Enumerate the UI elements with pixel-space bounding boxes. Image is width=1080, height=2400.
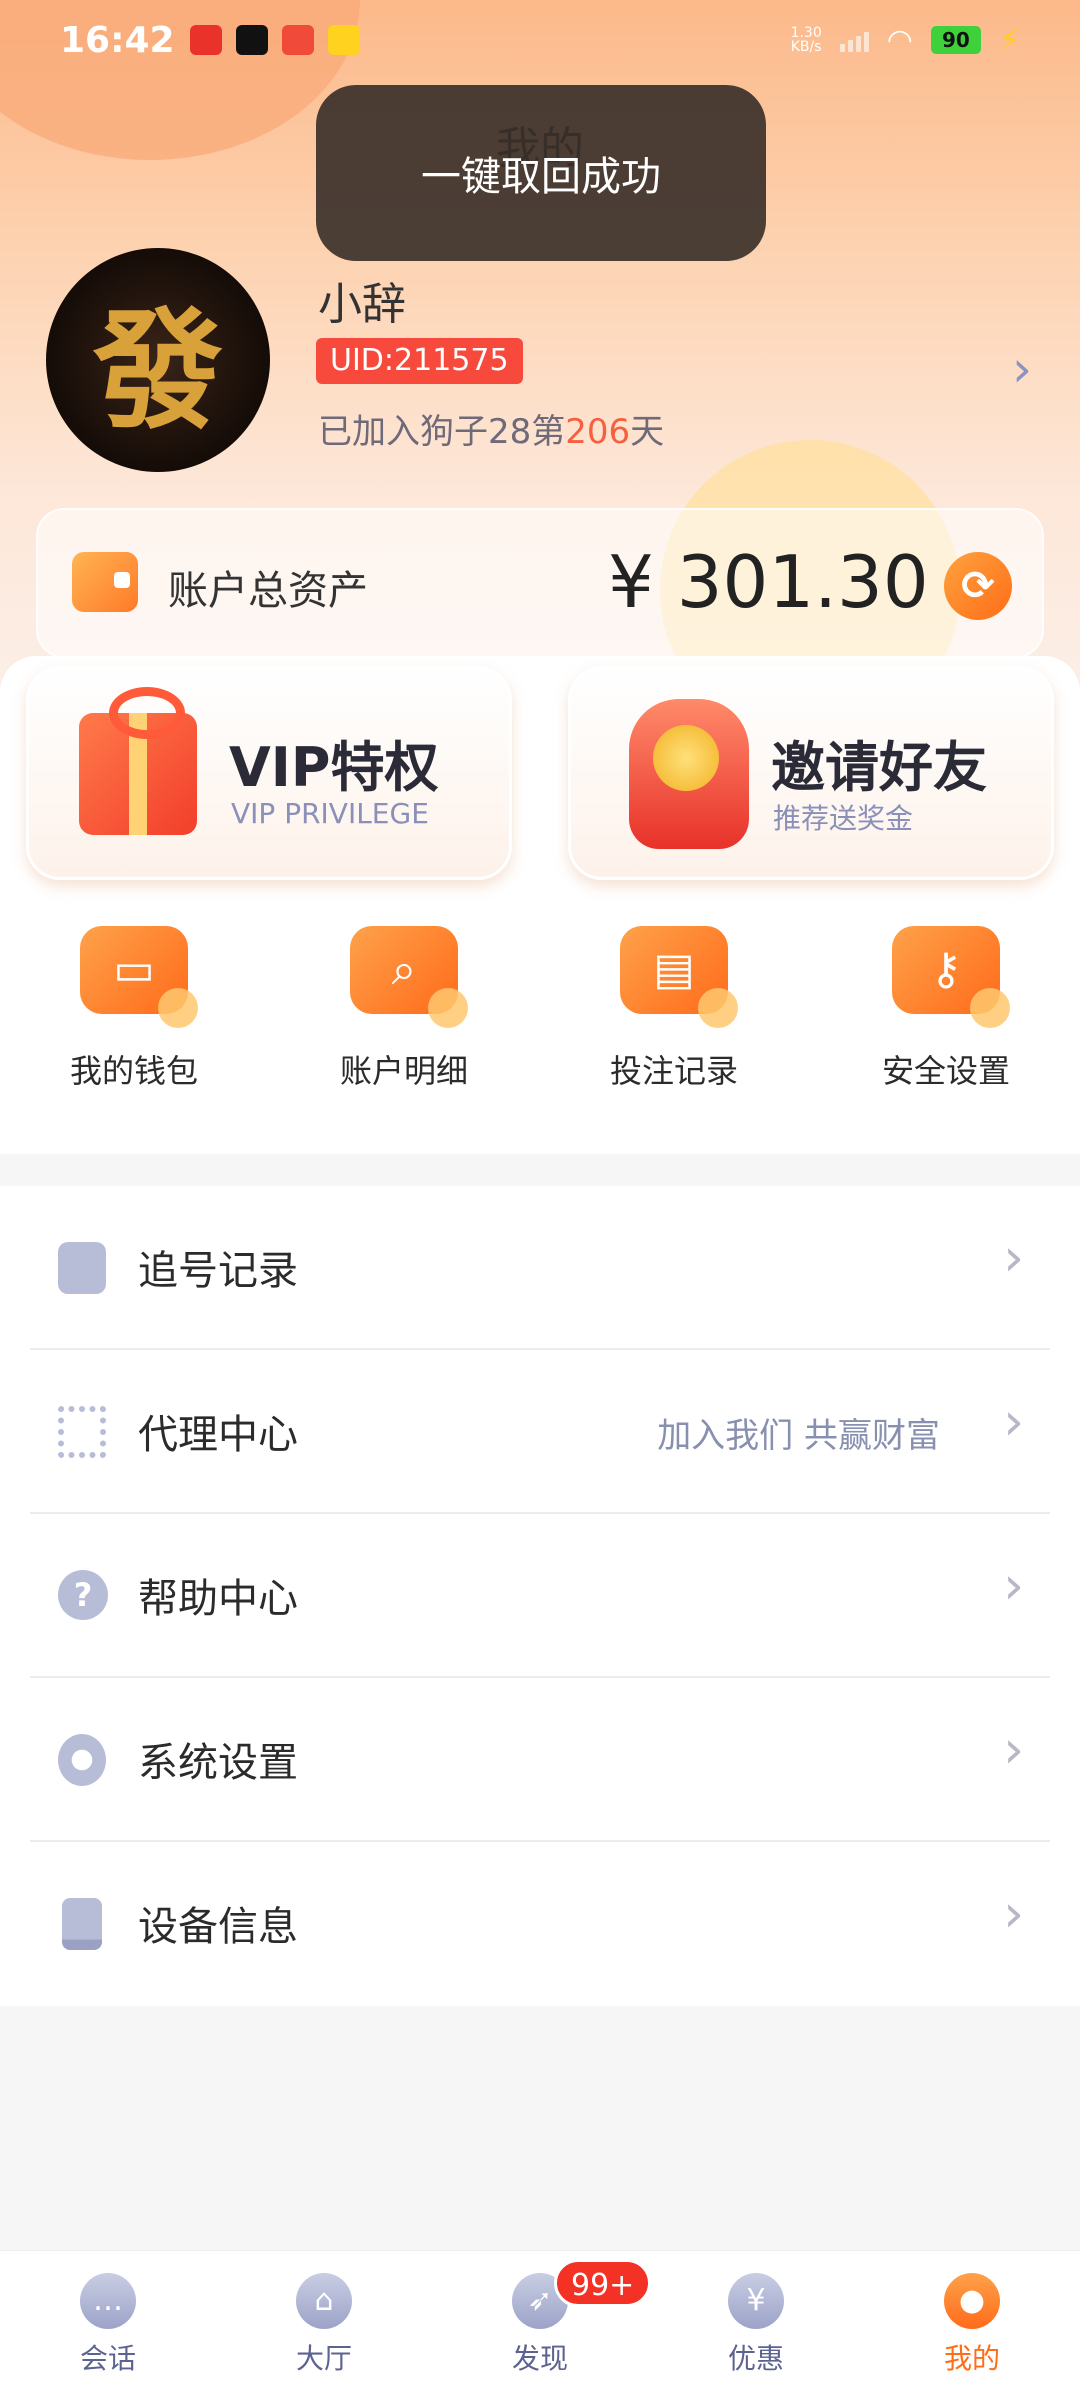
magnifier-icon: ⌕: [350, 926, 468, 1028]
menu-item-label: 帮助中心: [138, 1576, 298, 1622]
quick-action-label: 账户明细: [339, 1052, 468, 1090]
menu-item-agent-center[interactable]: 代理中心 加入我们 共赢财富 ›: [30, 1350, 1050, 1514]
main-panel: VIP特权 VIP PRIVILEGE 邀请好友 推荐送奖金 ▭ 我的钱包 ⌕ …: [0, 656, 1080, 1154]
hall-icon: ⌂: [296, 2273, 352, 2329]
joined-suffix: 天: [630, 412, 665, 452]
wallet-icon: ▭: [80, 926, 198, 1028]
nav-hall[interactable]: ⌂ 大厅: [264, 2273, 384, 2377]
app-notification-icon: [236, 25, 268, 55]
username: 小辞: [318, 279, 406, 330]
charging-icon: ⚡: [998, 22, 1020, 58]
nav-label: 会话: [79, 2342, 136, 2375]
joined-info: 已加入狗子28第206天: [318, 404, 664, 453]
toast-message: 一键取回成功: [316, 85, 766, 261]
joined-days: 206: [565, 412, 631, 452]
quick-action-wallet[interactable]: ▭ 我的钱包: [44, 926, 224, 1092]
assets-label: 账户总资产: [168, 568, 368, 614]
wallet-icon: [72, 552, 138, 612]
notification-icons: [190, 25, 360, 55]
menu-list: 追号记录 › 代理中心 加入我们 共赢财富 › ? 帮助中心 › 系统设置 › …: [0, 1186, 1080, 2006]
key-icon: ⚷: [892, 926, 1010, 1028]
nav-label: 优惠: [727, 2342, 784, 2375]
menu-item-help-center[interactable]: ? 帮助中心 ›: [30, 1514, 1050, 1678]
menu-item-chase-records[interactable]: 追号记录 ›: [30, 1186, 1050, 1350]
coin-hand-icon: [629, 699, 749, 849]
coupon-icon: ¥: [728, 2273, 784, 2329]
menu-item-system-settings[interactable]: 系统设置 ›: [30, 1678, 1050, 1842]
wifi-icon: ◠: [886, 22, 913, 58]
invite-friends-card[interactable]: 邀请好友 推荐送奖金: [568, 666, 1054, 880]
assets-card[interactable]: 账户总资产 ¥ 301.30 ⟳: [36, 508, 1044, 658]
document-icon: [58, 1242, 106, 1294]
nav-discover[interactable]: ➶ 发现 99+: [480, 2259, 652, 2377]
bottom-nav: … 会话 ⌂ 大厅 ➶ 发现 99+ ¥ 优惠 ● 我的: [0, 2250, 1080, 2400]
quick-action-label: 我的钱包: [69, 1052, 198, 1090]
promo-title: 邀请好友: [771, 736, 987, 799]
status-bar: 16:42 1.30 KB/s ◠ 90 ⚡: [0, 0, 1080, 80]
menu-item-label: 代理中心: [138, 1412, 298, 1458]
profile-icon: ●: [944, 2273, 1000, 2329]
status-right: 1.30 KB/s ◠ 90 ⚡: [791, 23, 1020, 58]
avatar-glyph: 發: [92, 294, 223, 447]
uid-badge: UID:211575: [316, 338, 523, 384]
qr-code-icon: [58, 1406, 106, 1458]
menu-item-label: 系统设置: [138, 1740, 298, 1786]
quick-action-account-details[interactable]: ⌕ 账户明细: [314, 926, 494, 1092]
net-speed: 1.30 KB/s: [791, 26, 822, 54]
menu-item-subtext: 加入我们 共赢财富: [657, 1416, 940, 1456]
calendar-icon: ▤: [620, 926, 738, 1028]
quick-action-label: 安全设置: [881, 1052, 1010, 1090]
notification-badge: 99+: [554, 2259, 652, 2307]
menu-item-label: 设备信息: [138, 1904, 298, 1950]
chevron-right-icon: ›: [1003, 1720, 1024, 1780]
avatar[interactable]: 發: [46, 248, 270, 472]
vip-privilege-card[interactable]: VIP特权 VIP PRIVILEGE: [26, 666, 512, 880]
gear-icon: [58, 1734, 106, 1786]
chevron-right-icon[interactable]: ›: [1012, 340, 1032, 398]
app-notification-icon: [282, 25, 314, 55]
quick-action-label: 投注记录: [609, 1052, 738, 1090]
nav-offers[interactable]: ¥ 优惠: [696, 2273, 816, 2377]
nav-mine[interactable]: ● 我的: [912, 2273, 1032, 2377]
menu-item-label: 追号记录: [138, 1248, 298, 1294]
chevron-right-icon: ›: [1003, 1556, 1024, 1616]
help-icon: ?: [58, 1570, 108, 1620]
gift-icon: [79, 687, 197, 835]
promo-title: VIP特权: [229, 736, 439, 799]
joined-prefix: 已加入狗子28第: [318, 412, 566, 452]
signal-icon: [839, 28, 869, 52]
promo-subtitle: 推荐送奖金: [773, 802, 914, 835]
chevron-right-icon: ›: [1003, 1228, 1024, 1288]
menu-item-device-info[interactable]: 设备信息 ›: [30, 1842, 1050, 2006]
nav-label: 我的: [943, 2342, 1000, 2375]
nav-chat[interactable]: … 会话: [48, 2273, 168, 2377]
net-speed-unit: KB/s: [790, 39, 822, 55]
nav-label: 大厅: [295, 2342, 352, 2375]
quick-action-bet-records[interactable]: ▤ 投注记录: [584, 926, 764, 1092]
refresh-icon[interactable]: ⟳: [944, 552, 1012, 620]
chevron-right-icon: ›: [1003, 1884, 1024, 1944]
status-time: 16:42: [60, 19, 175, 61]
quick-action-security[interactable]: ⚷ 安全设置: [856, 926, 1036, 1092]
assets-amount: ¥ 301.30: [608, 540, 929, 624]
battery-icon: 90: [930, 26, 981, 54]
device-icon: [62, 1898, 102, 1950]
app-notification-icon: [190, 25, 222, 55]
promo-subtitle: VIP PRIVILEGE: [231, 797, 429, 830]
chevron-right-icon: ›: [1003, 1392, 1024, 1452]
nav-label: 发现: [511, 2342, 568, 2375]
chat-icon: …: [80, 2273, 136, 2329]
app-notification-icon: [328, 25, 360, 55]
net-speed-value: 1.30: [790, 25, 822, 41]
